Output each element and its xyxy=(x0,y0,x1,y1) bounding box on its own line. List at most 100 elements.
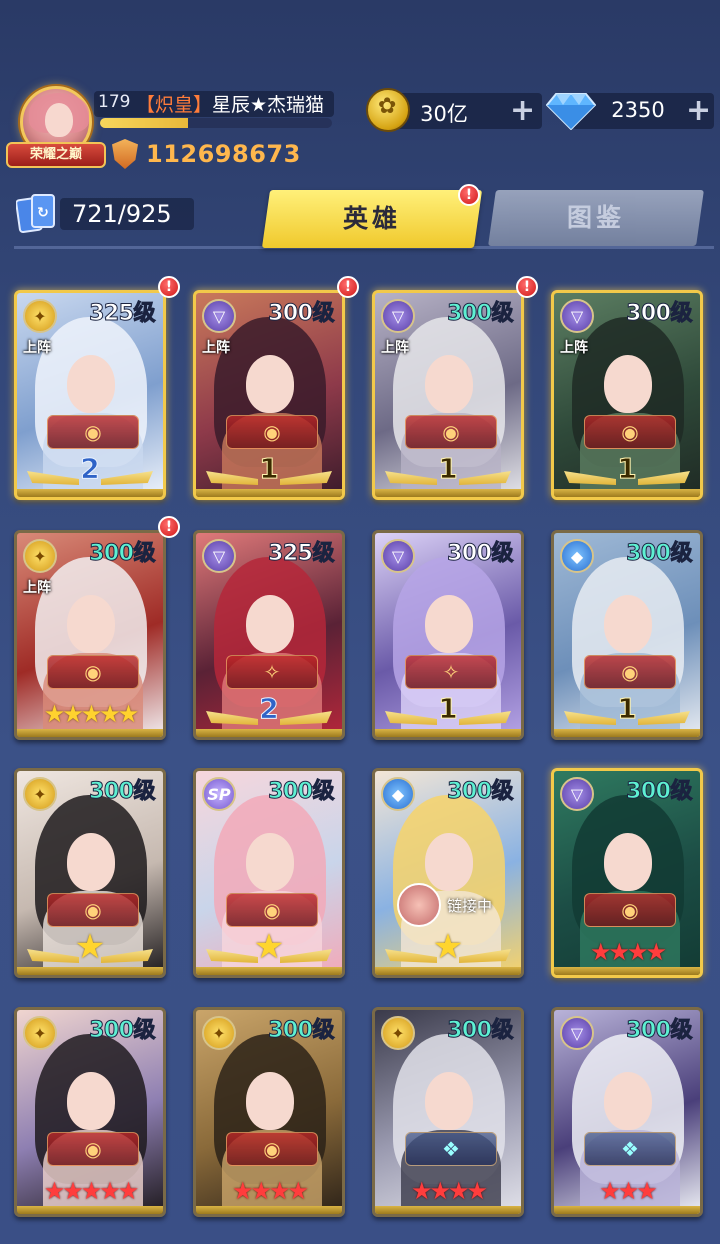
rank-wings-icon: 1 xyxy=(560,451,694,487)
hero-level: 325级 xyxy=(268,541,335,567)
hero-card[interactable]: ✦ 300级 ❖ ★★★★ xyxy=(372,1007,524,1217)
hero-face xyxy=(67,595,115,653)
hero-card[interactable]: ▽ 300级 ❖ ★★★ xyxy=(551,1007,703,1217)
hero-class-icon: SP xyxy=(202,777,236,811)
hero-emblem-icon: ◉ xyxy=(584,893,676,927)
hero-card[interactable]: ▽ 300级 上阵 ◉ 1 xyxy=(193,290,345,500)
rank-wings-icon: 1 xyxy=(381,451,515,487)
star-rating: ★★★★★ xyxy=(43,1177,140,1205)
hero-emblem-icon: ◉ xyxy=(47,1132,139,1166)
tab-gallery[interactable]: 图鉴 xyxy=(488,190,704,246)
hero-class-icon: ▽ xyxy=(202,539,236,573)
wing-right xyxy=(101,471,153,485)
card-bottom-bar xyxy=(17,1206,163,1214)
hero-card[interactable]: ▽ 300级 上阵 ◉ 1 xyxy=(551,290,703,500)
rank-number: 2 xyxy=(80,452,100,486)
hero-level: 300级 xyxy=(89,1018,156,1044)
rank-wings-icon: ★ xyxy=(381,929,515,965)
card-bottom-bar xyxy=(196,729,342,737)
hero-level: 300级 xyxy=(447,301,514,327)
hero-class-icon: ▽ xyxy=(202,299,236,333)
hero-card[interactable]: ✦ 325级 上阵 ◉ 2 xyxy=(14,290,166,500)
hero-level: 300级 xyxy=(626,1018,693,1044)
player-avatar[interactable]: 荣耀之巅 xyxy=(6,86,106,172)
rank-wings-icon: 1 xyxy=(560,691,694,727)
hero-emblem-icon: ◉ xyxy=(47,655,139,689)
hero-level: 300级 xyxy=(626,541,693,567)
hero-emblem-icon: ✧ xyxy=(405,655,497,689)
hero-card[interactable]: ✦ 300级 ◉ ★ xyxy=(14,768,166,978)
combat-power-icon xyxy=(112,139,138,169)
link-avatar xyxy=(397,883,441,927)
hero-card[interactable]: ▽ 300级 上阵 ◉ 1 xyxy=(372,290,524,500)
star-rating: ★★★★ xyxy=(589,938,667,966)
card-bottom-bar xyxy=(196,967,342,975)
diamond-icon xyxy=(546,93,596,130)
hero-class-icon: ✦ xyxy=(381,1016,415,1050)
rank-star-icon: ★ xyxy=(253,927,285,967)
hero-card[interactable]: ✦ 300级 ◉ ★★★★ xyxy=(193,1007,345,1217)
hero-face xyxy=(425,1072,473,1130)
hero-face xyxy=(246,595,294,653)
hero-card[interactable]: ✦ 300级 上阵 ◉ ★★★★★ xyxy=(14,530,166,740)
linking-label: 链接中 xyxy=(447,897,493,915)
deployed-label: 上阵 xyxy=(560,340,588,356)
hero-face xyxy=(67,833,115,891)
hero-face xyxy=(425,595,473,653)
player-name-line: 【炽皇】星辰★杰瑞猫 xyxy=(136,90,324,117)
hero-level: 300级 xyxy=(626,779,693,805)
add-diamond-button[interactable]: + xyxy=(686,96,711,126)
hero-emblem-icon: ◉ xyxy=(226,415,318,449)
rank-number: 1 xyxy=(438,692,458,726)
card-alert-icon: ! xyxy=(337,276,359,298)
rank-wings-icon: ★ xyxy=(23,929,157,965)
hero-emblem-icon: ◉ xyxy=(405,415,497,449)
wing-left xyxy=(27,949,79,963)
star-rating: ★★★ xyxy=(599,1177,658,1205)
exp-bar xyxy=(100,118,332,128)
star-rating: ★★★★ xyxy=(410,1177,488,1205)
hero-face xyxy=(604,595,652,653)
rank-number: 1 xyxy=(617,452,637,486)
hero-level: 300级 xyxy=(89,779,156,805)
hero-face xyxy=(67,355,115,413)
hero-face xyxy=(604,833,652,891)
card-bottom-bar xyxy=(554,1206,700,1214)
hero-face xyxy=(67,1072,115,1130)
hero-card[interactable]: ✦ 300级 ◉ ★★★★★ xyxy=(14,1007,166,1217)
wing-right xyxy=(101,949,153,963)
deployed-label: 上阵 xyxy=(381,340,409,356)
card-bottom-bar xyxy=(17,729,163,737)
hero-face xyxy=(425,355,473,413)
wing-right xyxy=(638,471,690,485)
diamond-value: 2350 xyxy=(611,98,665,122)
rank-number: 1 xyxy=(259,452,279,486)
tab-heroes-alert-icon: ! xyxy=(458,184,480,206)
hero-face xyxy=(604,1072,652,1130)
rank-wings-icon: ★ xyxy=(202,929,336,965)
hero-card[interactable]: ▽ 325级 ✧ 2 xyxy=(193,530,345,740)
hero-class-icon: ✦ xyxy=(23,1016,57,1050)
hero-level: 300级 xyxy=(447,1018,514,1044)
hero-level: 300级 xyxy=(447,541,514,567)
add-gold-button[interactable]: + xyxy=(510,96,535,126)
wing-right xyxy=(459,711,511,725)
hero-card[interactable]: ▽ 300级 ◉ ★★★★ xyxy=(551,768,703,978)
tab-heroes[interactable]: 英雄 xyxy=(261,190,483,248)
wing-right xyxy=(638,711,690,725)
hero-emblem-icon: ✧ xyxy=(226,655,318,689)
rank-number: 2 xyxy=(259,692,279,726)
hero-card[interactable]: ◆ 300级 链接中 ★ xyxy=(372,768,524,978)
wing-right xyxy=(280,949,332,963)
hero-card[interactable]: ▽ 300级 ✧ 1 xyxy=(372,530,524,740)
hero-card[interactable]: ◆ 300级 ◉ 1 xyxy=(551,530,703,740)
hero-emblem-icon: ◉ xyxy=(584,655,676,689)
hero-emblem-icon: ◉ xyxy=(226,893,318,927)
exp-fill xyxy=(100,118,189,128)
hero-emblem-icon: ❖ xyxy=(405,1132,497,1166)
hero-cards-icon: ↻ xyxy=(16,194,55,233)
gold-value: 30亿 xyxy=(420,102,468,126)
hero-card[interactable]: SP 300级 ◉ ★ xyxy=(193,768,345,978)
tab-gallery-label: 图鉴 xyxy=(566,203,625,232)
hero-emblem-icon: ◉ xyxy=(47,415,139,449)
